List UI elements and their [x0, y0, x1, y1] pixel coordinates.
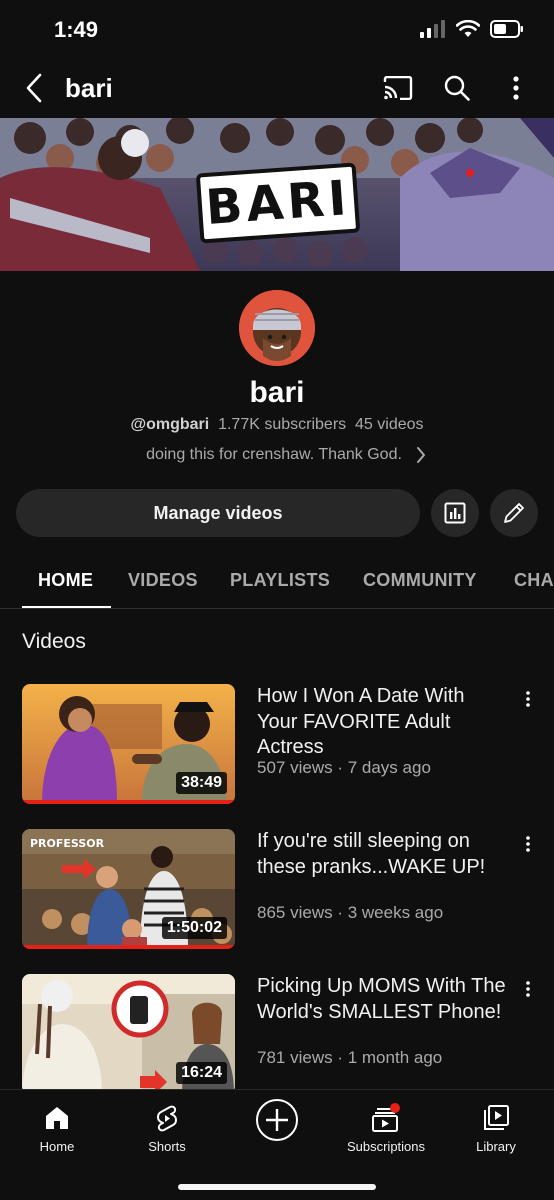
- video-meta: 865 views · 3 weeks ago: [257, 903, 444, 922]
- shorts-icon: [157, 1105, 177, 1132]
- channel-name: bari: [249, 376, 305, 409]
- manage-videos-button[interactable]: Manage videos: [16, 489, 420, 537]
- video-thumbnail[interactable]: PROFESSOR 1:50:02: [22, 829, 235, 949]
- more-options-button[interactable]: [498, 70, 534, 106]
- watch-progress-bar: [22, 800, 235, 804]
- video-menu-button[interactable]: [518, 831, 538, 857]
- video-meta: 507 views · 7 days ago: [257, 758, 431, 777]
- status-bar: 1:49: [0, 0, 554, 60]
- tab-channels[interactable]: CHA: [514, 570, 554, 591]
- chevron-left-icon: [26, 73, 42, 103]
- video-title[interactable]: Picking Up MOMS With The World's SMALLES…: [257, 974, 507, 1025]
- nav-library[interactable]: Library: [446, 1102, 546, 1154]
- subscriber-count: 1.77K subscribers: [218, 416, 347, 433]
- video-views: 507 views: [257, 758, 333, 777]
- channel-stats: @omgbari 1.77K subscribers 45 videos: [0, 416, 554, 434]
- channel-description[interactable]: doing this for crenshaw. Thank God.: [0, 446, 554, 464]
- tab-home[interactable]: HOME: [38, 570, 93, 591]
- cast-button[interactable]: [380, 70, 416, 106]
- more-vert-icon: [526, 981, 530, 997]
- video-thumbnail[interactable]: 38:49: [22, 684, 235, 804]
- video-age: 7 days ago: [347, 758, 431, 777]
- channel-handle: @omgbari: [130, 416, 210, 433]
- video-count: 45 videos: [355, 416, 424, 433]
- home-icon: [46, 1107, 68, 1129]
- video-meta: 781 views · 1 month ago: [257, 1048, 443, 1067]
- video-views: 781 views: [257, 1048, 333, 1067]
- channel-tabs: HOME VIDEOS PLAYLISTS COMMUNITY CHA: [0, 556, 554, 609]
- nav-subscriptions[interactable]: Subscriptions: [336, 1102, 436, 1154]
- tab-community[interactable]: COMMUNITY: [363, 570, 477, 591]
- video-item[interactable]: 16:24 Picking Up MOMS With The World's S…: [0, 974, 554, 1098]
- search-button[interactable]: [439, 70, 475, 106]
- channel-header-bar: bari: [0, 60, 554, 118]
- analytics-icon: [444, 502, 466, 524]
- create-button[interactable]: [227, 1098, 327, 1142]
- cast-icon: [383, 76, 413, 100]
- wifi-icon: [456, 20, 480, 37]
- library-icon: [484, 1105, 509, 1130]
- nav-home-label: Home: [39, 1139, 75, 1154]
- nav-home[interactable]: Home: [7, 1102, 107, 1154]
- status-icons: [420, 20, 524, 38]
- watch-progress-bar: [22, 945, 235, 949]
- nav-subscriptions-label: Subscriptions: [346, 1139, 426, 1154]
- description-text: doing this for crenshaw. Thank God.: [146, 446, 402, 463]
- banner-logo: BARI: [195, 162, 361, 244]
- page-title: bari: [65, 73, 113, 103]
- battery-icon: [490, 20, 523, 38]
- video-title[interactable]: How I Won A Date With Your FAVORITE Adul…: [257, 684, 507, 761]
- video-menu-button[interactable]: [518, 686, 538, 712]
- avatar-artwork: [239, 290, 315, 366]
- more-vert-icon: [526, 836, 530, 852]
- active-tab-indicator: [22, 606, 111, 608]
- video-thumbnail[interactable]: 16:24: [22, 974, 235, 1094]
- video-duration: 38:49: [176, 772, 227, 794]
- pencil-icon: [504, 503, 524, 523]
- tab-videos[interactable]: VIDEOS: [128, 570, 198, 591]
- video-duration: 1:50:02: [161, 917, 227, 939]
- nav-library-label: Library: [476, 1139, 516, 1154]
- section-title-videos: Videos: [22, 630, 86, 653]
- subscriptions-icon: [372, 1103, 400, 1132]
- nav-shorts-label: Shorts: [148, 1139, 186, 1154]
- video-age: 3 weeks ago: [347, 903, 444, 922]
- more-vert-icon: [526, 691, 530, 707]
- back-button[interactable]: [16, 70, 52, 106]
- more-vert-icon: [513, 76, 519, 100]
- thumbnail-caption: PROFESSOR: [30, 837, 105, 850]
- video-age: 1 month ago: [347, 1048, 443, 1067]
- video-menu-button[interactable]: [518, 976, 538, 1002]
- channel-banner: BARI: [0, 118, 554, 271]
- search-icon: [444, 75, 470, 101]
- signal-icon: [420, 20, 445, 38]
- status-time: 1:49: [54, 17, 99, 42]
- edit-channel-button[interactable]: [490, 489, 538, 537]
- video-item[interactable]: 38:49 How I Won A Date With Your FAVORIT…: [0, 684, 554, 808]
- analytics-button[interactable]: [431, 489, 479, 537]
- tab-playlists[interactable]: PLAYLISTS: [230, 570, 330, 591]
- video-item[interactable]: PROFESSOR 1:50:02 If you're still sleepi…: [0, 829, 554, 953]
- nav-shorts[interactable]: Shorts: [117, 1102, 217, 1154]
- video-title[interactable]: If you're still sleeping on these pranks…: [257, 829, 507, 880]
- chevron-right-icon: [416, 447, 425, 463]
- video-duration: 16:24: [176, 1062, 227, 1084]
- home-indicator: [178, 1184, 376, 1190]
- plus-circle-icon: [256, 1099, 298, 1141]
- channel-avatar[interactable]: [239, 290, 315, 366]
- video-views: 865 views: [257, 903, 333, 922]
